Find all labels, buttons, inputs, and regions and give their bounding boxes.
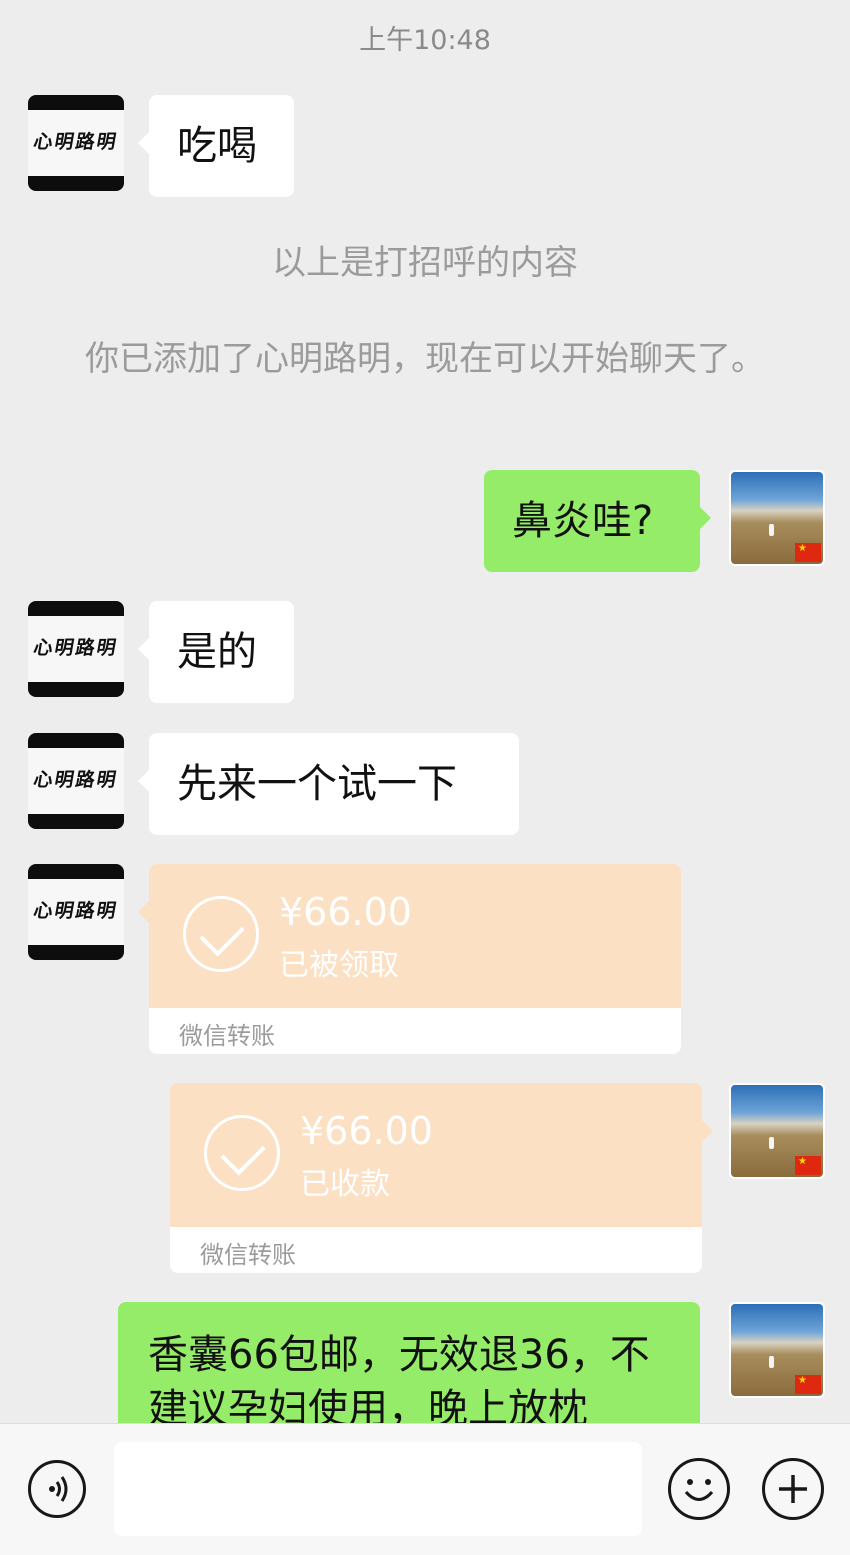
china-flag-icon: ★: [795, 1375, 821, 1394]
message-text: 鼻炎哇?: [512, 498, 654, 544]
plus-icon: [779, 1475, 807, 1503]
transfer-card[interactable]: ¥66.00 已收款 微信转账: [170, 1083, 702, 1273]
system-notice: 以上是打招呼的内容: [272, 243, 578, 283]
my-avatar[interactable]: ★: [729, 1083, 825, 1179]
voice-button[interactable]: [28, 1460, 86, 1518]
china-flag-icon: ★: [795, 1156, 821, 1175]
incoming-message-bubble[interactable]: 是的: [138, 601, 294, 703]
contact-avatar[interactable]: 心明路明: [28, 601, 124, 697]
emoji-button[interactable]: [668, 1458, 730, 1520]
emoji-icon: [684, 1479, 714, 1501]
avatar-calligraphy-text: 心明路明: [31, 769, 120, 791]
outgoing-message-bubble[interactable]: 鼻炎哇?: [484, 470, 711, 572]
transfer-card-wrapper: ¥66.00 已收款 微信转账: [170, 1083, 713, 1273]
voice-icon: [49, 1476, 68, 1502]
transfer-amount: ¥66.00: [300, 1109, 433, 1153]
chat-area: 上午10:48 心明路明 吃喝 以上是打招呼的内容 你已添加了心明路明，现在可以…: [0, 0, 850, 1423]
transfer-label: 微信转账: [179, 1022, 275, 1050]
avatar-calligraphy-text: 心明路明: [31, 900, 120, 922]
my-avatar[interactable]: ★: [729, 470, 825, 566]
avatar-calligraphy-text: 心明路明: [31, 637, 120, 659]
transfer-card-wrapper: ¥66.00 已被领取 微信转账: [138, 864, 681, 1054]
transfer-card[interactable]: ¥66.00 已被领取 微信转账: [149, 864, 681, 1054]
message-text: 先来一个试一下: [177, 761, 457, 807]
avatar-figure: [769, 1137, 774, 1149]
transfer-label: 微信转账: [200, 1241, 296, 1269]
check-circle-icon: [183, 896, 259, 972]
more-button[interactable]: [762, 1458, 824, 1520]
check-circle-icon: [204, 1115, 280, 1191]
incoming-message-bubble[interactable]: 吃喝: [138, 95, 294, 197]
contact-avatar[interactable]: 心明路明: [28, 95, 124, 191]
my-avatar[interactable]: ★: [729, 1302, 825, 1398]
avatar-calligraphy-text: 心明路明: [31, 131, 120, 153]
message-timestamp: 上午10:48: [359, 25, 491, 56]
message-text: 香囊66包邮，无效退36，不建议孕妇使用，晚上放枕: [148, 1332, 650, 1423]
avatar-figure: [769, 1356, 774, 1368]
contact-avatar[interactable]: 心明路明: [28, 733, 124, 829]
transfer-status: 已收款: [300, 1167, 390, 1202]
incoming-message-bubble[interactable]: 先来一个试一下: [138, 733, 519, 835]
china-flag-icon: ★: [795, 543, 821, 562]
message-text: 吃喝: [177, 123, 257, 169]
transfer-status: 已被领取: [279, 948, 399, 983]
message-input[interactable]: [114, 1442, 642, 1536]
outgoing-message-bubble[interactable]: 香囊66包邮，无效退36，不建议孕妇使用，晚上放枕: [118, 1302, 700, 1423]
message-text: 是的: [177, 629, 257, 675]
avatar-figure: [769, 524, 774, 536]
contact-avatar[interactable]: 心明路明: [28, 864, 124, 960]
system-notice: 你已添加了心明路明，现在可以开始聊天了。: [85, 339, 765, 379]
transfer-amount: ¥66.00: [279, 890, 412, 934]
input-bar: [0, 1423, 850, 1555]
